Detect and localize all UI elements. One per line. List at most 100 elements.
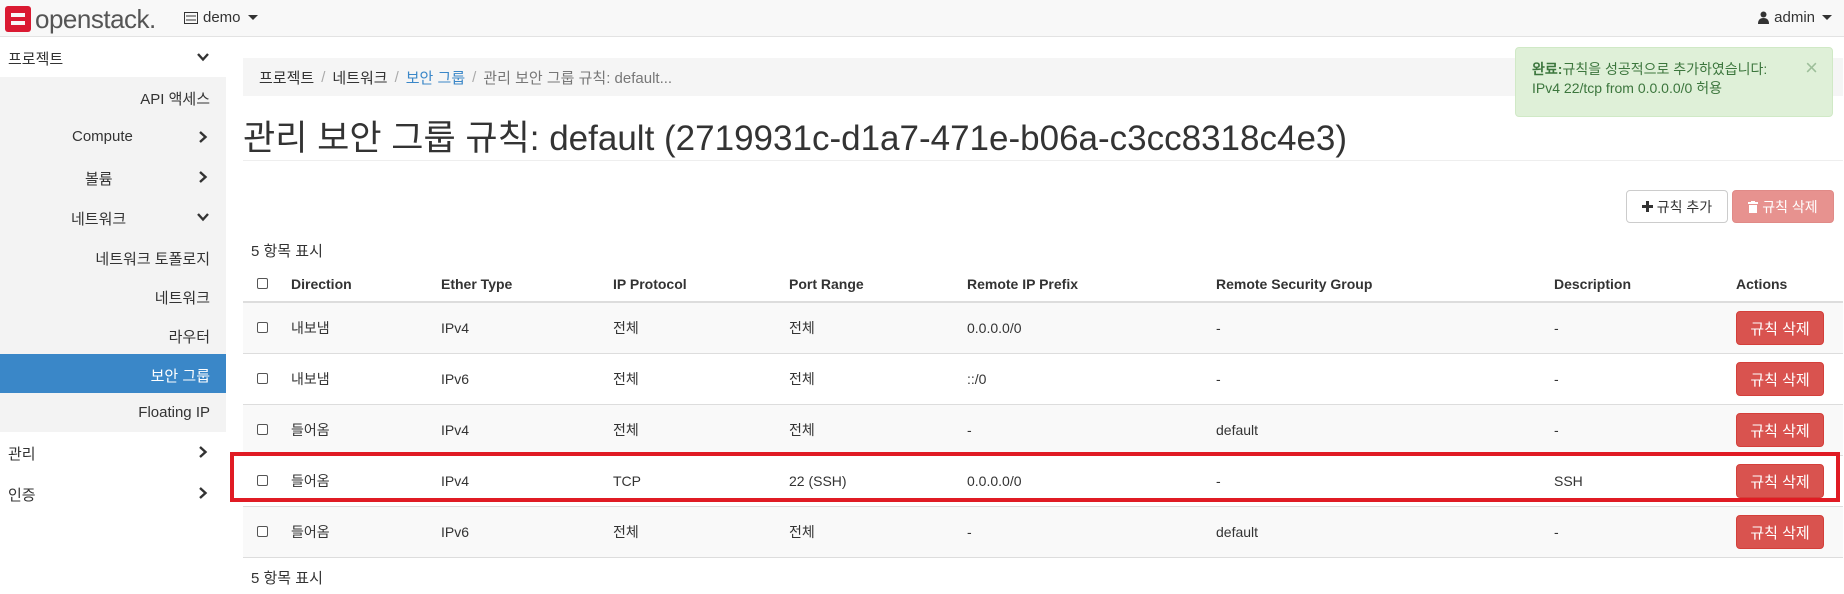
breadcrumb-item-network: 네트워크 <box>332 69 388 87</box>
openstack-logo-icon <box>5 6 31 32</box>
breadcrumb-link-security-groups[interactable]: 보안 그룹 <box>406 67 465 88</box>
sidebar-item-identity[interactable]: 인증 <box>0 473 226 514</box>
project-picker[interactable]: demo <box>184 9 258 26</box>
caret-down-icon <box>1822 15 1832 20</box>
ip-protocol-cell: 전체 <box>613 506 789 558</box>
column-header[interactable]: Description <box>1554 267 1736 303</box>
delete-rule-button[interactable]: 규칙 삭제 <box>1736 515 1824 549</box>
table-row: 들어옴 IPv4 전체 전체 - default - 규칙 삭제 <box>243 404 1843 456</box>
select-all-header <box>243 267 291 303</box>
sidebar-item-networks[interactable]: 네트워크 <box>0 276 226 315</box>
row-checkbox[interactable] <box>257 475 268 486</box>
table-header-row: Direction Ether Type IP Protocol Port Ra… <box>243 267 1843 303</box>
table-row: 내보냄 IPv4 전체 전체 0.0.0.0/0 - - 규칙 삭제 <box>243 302 1843 354</box>
column-header[interactable]: IP Protocol <box>613 267 789 303</box>
sidebar-item-compute[interactable]: Compute <box>0 117 226 157</box>
success-alert: 완료:규칙을 성공적으로 추가하였습니다: IPv4 22/tcp from 0… <box>1515 47 1833 117</box>
column-header[interactable]: Ether Type <box>441 267 613 303</box>
chevron-right-icon <box>199 131 208 143</box>
ether-type-cell: IPv4 <box>441 455 613 507</box>
user-icon <box>1758 11 1770 24</box>
remote-security-group-cell: - <box>1216 353 1554 405</box>
sidebar-item-label: 볼륨 <box>85 171 113 188</box>
delete-rules-button[interactable]: 규칙 삭제 <box>1732 190 1834 223</box>
description-cell: - <box>1554 353 1736 405</box>
direction-cell: 들어옴 <box>291 404 441 456</box>
breadcrumb-item-project: 프로젝트 <box>259 69 315 87</box>
user-menu-label: admin <box>1774 9 1815 26</box>
row-checkbox[interactable] <box>257 322 268 333</box>
sidebar-item-label: 관리 <box>8 446 36 463</box>
direction-cell: 내보냄 <box>291 353 441 405</box>
remote-ip-prefix-cell: - <box>967 506 1216 558</box>
plus-icon <box>1641 201 1653 212</box>
openstack-logo[interactable]: openstack. <box>5 4 156 34</box>
table-row: 들어옴 IPv6 전체 전체 - default - 규칙 삭제 <box>243 506 1843 558</box>
delete-rule-button[interactable]: 규칙 삭제 <box>1736 362 1824 396</box>
add-rule-button[interactable]: 규칙 추가 <box>1626 190 1728 223</box>
ether-type-cell: IPv6 <box>441 506 613 558</box>
delete-rule-button[interactable]: 규칙 삭제 <box>1736 413 1824 447</box>
breadcrumb-separator: / <box>321 68 326 86</box>
project-picker-label: demo <box>203 9 241 26</box>
sidebar-item-project[interactable]: 프로젝트 <box>0 37 226 77</box>
sidebar-item-api-access[interactable]: API 액세스 <box>0 77 226 117</box>
direction-cell: 들어옴 <box>291 506 441 558</box>
port-range-cell: 전체 <box>789 506 967 558</box>
breadcrumb-current: 관리 보안 그룹 규칙: default... <box>483 69 673 87</box>
actions-cell: 규칙 삭제 <box>1736 455 1843 507</box>
remote-security-group-cell: default <box>1216 404 1554 456</box>
close-icon[interactable]: × <box>1805 57 1818 79</box>
column-header[interactable]: Remote IP Prefix <box>967 267 1216 303</box>
caret-down-icon <box>247 15 258 20</box>
row-select-cell <box>243 455 291 507</box>
port-range-cell: 전체 <box>789 404 967 456</box>
server-icon <box>184 11 198 24</box>
sidebar-item-network-topology[interactable]: 네트워크 토폴로지 <box>0 237 226 276</box>
sidebar-item-volumes[interactable]: 볼륨 <box>0 157 226 197</box>
row-checkbox[interactable] <box>257 526 268 537</box>
sidebar: 프로젝트 API 액세스 Compute 볼륨 네트워크 네트워크 토폴로지 네… <box>0 37 226 514</box>
sidebar-item-security-groups[interactable]: 보안 그룹 <box>0 354 226 393</box>
row-select-cell <box>243 404 291 456</box>
sidebar-item-admin[interactable]: 관리 <box>0 432 226 473</box>
row-checkbox[interactable] <box>257 373 268 384</box>
item-count-bottom: 5 항목 표시 <box>251 570 323 587</box>
ip-protocol-cell: 전체 <box>613 353 789 405</box>
column-header[interactable]: Remote Security Group <box>1216 267 1554 303</box>
ip-protocol-cell: 전체 <box>613 404 789 456</box>
sidebar-item-network-group[interactable]: 네트워크 <box>0 197 226 237</box>
breadcrumb-separator: / <box>472 68 477 86</box>
column-header[interactable]: Direction <box>291 267 441 303</box>
chevron-down-icon <box>197 53 209 62</box>
row-checkbox[interactable] <box>257 424 268 435</box>
sidebar-item-label: 네트워크 <box>154 290 210 307</box>
actions-cell: 규칙 삭제 <box>1736 302 1843 354</box>
remote-ip-prefix-cell: ::/0 <box>967 353 1216 405</box>
delete-rules-label: 규칙 삭제 <box>1762 198 1818 215</box>
alert-message: 규칙을 성공적으로 추가하였습니다: IPv4 22/tcp from 0.0.… <box>1532 61 1768 96</box>
column-header[interactable]: Port Range <box>789 267 967 303</box>
sidebar-item-label: Compute <box>72 128 133 145</box>
remote-ip-prefix-cell: 0.0.0.0/0 <box>967 302 1216 354</box>
alert-strong: 완료: <box>1532 61 1563 77</box>
sidebar-item-floating-ip[interactable]: Floating IP <box>0 393 226 432</box>
description-cell: - <box>1554 404 1736 456</box>
port-range-cell: 전체 <box>789 353 967 405</box>
ether-type-cell: IPv6 <box>441 353 613 405</box>
select-all-checkbox[interactable] <box>257 278 268 289</box>
trash-icon <box>1748 200 1759 213</box>
sidebar-item-routers[interactable]: 라우터 <box>0 315 226 354</box>
breadcrumb-separator: / <box>394 68 399 86</box>
rules-table: Direction Ether Type IP Protocol Port Ra… <box>243 267 1843 558</box>
actions-cell: 규칙 삭제 <box>1736 506 1843 558</box>
remote-security-group-cell: - <box>1216 455 1554 507</box>
row-select-cell <box>243 353 291 405</box>
remote-ip-prefix-cell: 0.0.0.0/0 <box>967 455 1216 507</box>
chevron-down-icon <box>197 213 209 222</box>
actions-cell: 규칙 삭제 <box>1736 404 1843 456</box>
delete-rule-button[interactable]: 규칙 삭제 <box>1736 311 1824 345</box>
delete-rule-button[interactable]: 규칙 삭제 <box>1736 464 1824 498</box>
user-menu[interactable]: admin <box>1758 9 1832 26</box>
sidebar-item-label: 프로젝트 <box>8 51 64 68</box>
